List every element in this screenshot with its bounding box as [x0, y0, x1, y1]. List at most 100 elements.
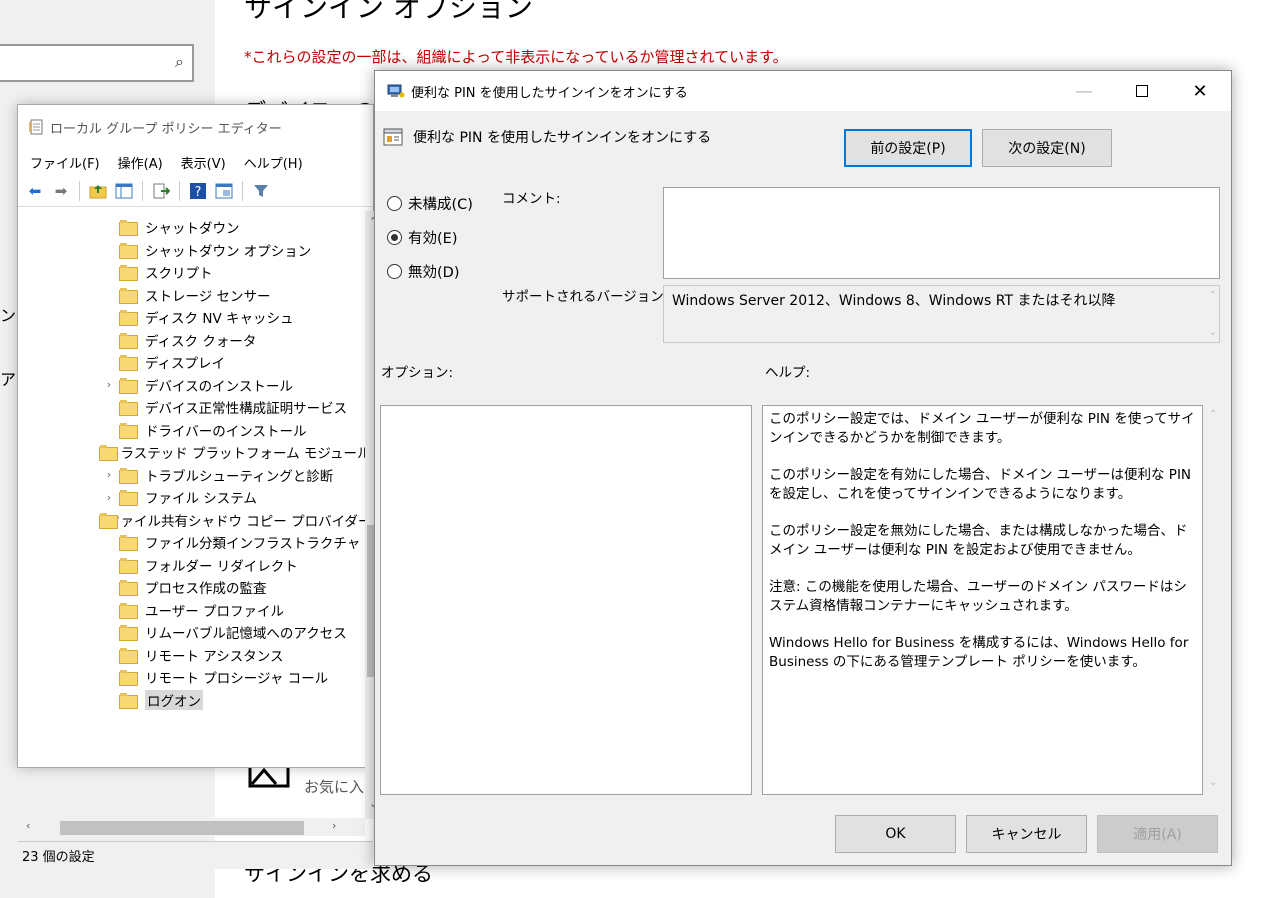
folder-icon [119, 422, 138, 439]
tree-item[interactable]: ディスク クォータ [19, 329, 365, 352]
tree-item-label: シャットダウン [145, 221, 240, 238]
tree-item[interactable]: › トラブルシューティングと診断 [19, 464, 365, 487]
scroll-down-arrow-icon[interactable]: ⌄ [1209, 327, 1217, 338]
tree-item[interactable]: リモート アシスタンス [19, 644, 365, 667]
folder-icon [119, 557, 138, 574]
radio-not-configured[interactable]: 未構成(C) [387, 193, 473, 214]
scroll-up-arrow-icon[interactable]: ⌃ [1209, 409, 1217, 420]
tree-item[interactable]: ディスプレイ [19, 351, 365, 374]
tree-item[interactable]: › ファイル システム [19, 486, 365, 509]
tree-item[interactable]: トラステッド プラットフォーム モジュール [19, 441, 365, 464]
tree-horizontal-scroll-thumb[interactable] [60, 821, 304, 835]
gpe-menubar: ファイル(F) 操作(A) 表示(V) ヘルプ(H) [18, 149, 373, 175]
tree-item[interactable]: ファイル共有シャドウ コピー プロバイダー [19, 509, 365, 532]
toolbar-separator [79, 180, 80, 201]
help-icon[interactable]: ? [187, 180, 209, 202]
tree-item[interactable]: シャットダウン [19, 216, 365, 239]
scroll-up-arrow-icon[interactable]: ⌃ [1209, 290, 1217, 301]
tree-item[interactable]: ディスク NV キャッシュ [19, 306, 365, 329]
radio-enabled[interactable]: 有効(E) [387, 227, 457, 248]
nav-text-fragment: ン [0, 306, 17, 325]
managed-notice: *これらの設定の一部は、組織によって非表示になっているか管理されています。 [244, 48, 788, 66]
tree-item[interactable]: ドライバーのインストール [19, 419, 365, 442]
setting-page-icon [383, 128, 403, 146]
up-folder-icon[interactable] [87, 180, 109, 202]
close-icon: ✕ [1192, 80, 1208, 102]
radio-button-icon [387, 196, 402, 211]
group-policy-editor-window: ローカル グループ ポリシー エディター ファイル(F) 操作(A) 表示(V)… [17, 104, 383, 869]
tree-item[interactable]: デバイス正常性構成証明サービス [19, 396, 365, 419]
tree-item[interactable]: リモート プロシージャ コール [19, 666, 365, 689]
tree-item-label: ストレージ センサー [145, 288, 271, 305]
folder-icon [119, 602, 138, 619]
search-icon[interactable]: ⌕ [175, 52, 184, 72]
menu-help[interactable]: ヘルプ(H) [244, 153, 303, 172]
radio-label: 有効(E) [408, 231, 458, 247]
scroll-right-arrow-icon[interactable]: › [332, 819, 336, 832]
folder-icon [119, 467, 138, 484]
policy-editor-icon [29, 119, 43, 135]
expand-arrow-icon[interactable]: › [99, 491, 119, 504]
tree-item[interactable]: › デバイスのインストール [19, 374, 365, 397]
tree-item[interactable]: スクリプト [19, 261, 365, 284]
expand-arrow-icon[interactable]: › [99, 378, 119, 391]
scroll-left-arrow-icon[interactable]: ‹ [26, 819, 30, 832]
supported-versions-label: サポートされるバージョン: [502, 289, 669, 305]
folder-icon [119, 535, 138, 552]
tree-item[interactable]: シャットダウン オプション [19, 239, 365, 262]
maximize-icon [1136, 85, 1148, 97]
policy-setting-icon [387, 84, 405, 98]
next-setting-button[interactable]: 次の設定(N) [982, 129, 1112, 167]
cancel-button[interactable]: キャンセル [966, 815, 1087, 853]
tree-item-label: ファイル分類インフラストラクチャ [145, 536, 361, 553]
help-paragraph: このポリシー設定では、ドメイン ユーザーが便利な PIN を使ってサインインでき… [769, 411, 1195, 446]
show-hide-tree-icon[interactable] [113, 180, 135, 202]
radio-disabled[interactable]: 無効(D) [387, 261, 459, 282]
menu-view[interactable]: 表示(V) [181, 153, 226, 172]
supported-versions-field: Windows Server 2012、Windows 8、Windows RT… [663, 285, 1220, 343]
scroll-down-arrow-icon[interactable]: ⌄ [1209, 777, 1217, 788]
comment-textbox[interactable] [663, 187, 1220, 279]
filter-icon[interactable] [250, 180, 272, 202]
supported-versions-value: Windows Server 2012、Windows 8、Windows RT… [672, 293, 1116, 309]
help-paragraph: Windows Hello for Business を構成するには、Windo… [769, 635, 1189, 670]
folder-icon [119, 377, 138, 394]
tree-item[interactable]: ユーザー プロファイル [19, 599, 365, 622]
tree-item[interactable]: フォルダー リダイレクト [19, 554, 365, 577]
tree-item-label: フォルダー リダイレクト [145, 558, 298, 575]
nav-text-fragment: ア [0, 370, 17, 389]
menu-action[interactable]: 操作(A) [118, 153, 163, 172]
tree-item[interactable]: ストレージ センサー [19, 284, 365, 307]
radio-label: 未構成(C) [408, 197, 473, 213]
maximize-button[interactable] [1113, 71, 1171, 111]
close-button[interactable]: ✕ [1171, 71, 1229, 111]
properties-icon[interactable] [213, 180, 235, 202]
expand-arrow-icon[interactable]: › [99, 468, 119, 481]
back-arrow-icon[interactable]: ⬅ [24, 180, 46, 202]
folder-icon [119, 220, 138, 237]
forward-arrow-icon[interactable]: ➡ [50, 180, 72, 202]
minimize-button[interactable]: — [1055, 71, 1113, 111]
comment-label: コメント: [502, 191, 561, 207]
settings-search-box[interactable]: ⌕ [0, 44, 194, 82]
tree-item[interactable]: リムーバブル記憶域へのアクセス [19, 621, 365, 644]
options-label: オプション: [381, 365, 454, 381]
toolbar-separator [179, 180, 180, 201]
previous-setting-button[interactable]: 前の設定(P) [844, 129, 972, 167]
tree-item-label: トラステッド プラットフォーム モジュール [107, 446, 365, 463]
menu-file[interactable]: ファイル(F) [30, 153, 100, 172]
export-list-icon[interactable] [150, 180, 172, 202]
tree-item[interactable]: ログオン [19, 689, 365, 712]
folder-icon [119, 332, 138, 349]
folder-icon [119, 287, 138, 304]
tree-item-label: リモート プロシージャ コール [145, 671, 329, 688]
tree-item[interactable]: ファイル分類インフラストラクチャ [19, 531, 365, 554]
folder-icon [119, 647, 138, 664]
page-title: サインイン オプション [244, 0, 533, 24]
apply-button[interactable]: 適用(A) [1097, 815, 1218, 853]
tree-item[interactable]: プロセス作成の監査 [19, 576, 365, 599]
folder-icon [119, 400, 138, 417]
tree-item-label: ユーザー プロファイル [145, 603, 285, 620]
help-text: このポリシー設定では、ドメイン ユーザーが便利な PIN を使ってサインインでき… [769, 410, 1196, 690]
ok-button[interactable]: OK [835, 815, 956, 853]
